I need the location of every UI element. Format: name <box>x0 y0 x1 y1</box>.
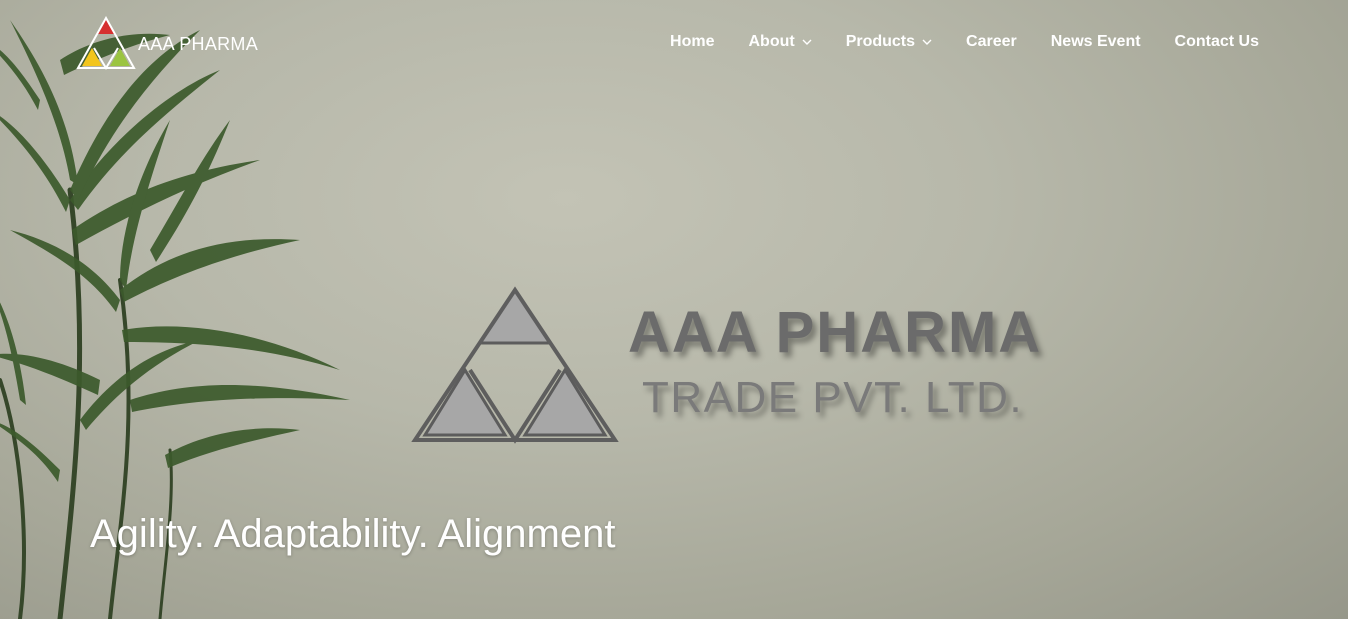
sign-triangle-logo-icon <box>411 286 619 444</box>
nav-item-products[interactable]: Products <box>846 33 932 51</box>
nav-label: About <box>748 33 795 50</box>
nav-label: Products <box>845 33 916 50</box>
nav-item-news-event[interactable]: News Event <box>1051 33 1141 51</box>
sign-company-suffix: TRADE PVT. LTD. <box>642 373 1024 422</box>
brand-name: AAA PHARMA <box>138 33 259 54</box>
site-header: AAA PHARMA Home About Products Career Ne… <box>0 0 1348 90</box>
chevron-down-icon <box>802 39 812 45</box>
chevron-down-icon <box>922 39 932 45</box>
brand-home-link[interactable]: AAA PHARMA <box>76 16 258 70</box>
aaa-pharma-triangle-logo-icon <box>76 16 136 70</box>
nav-item-career[interactable]: Career <box>966 33 1017 51</box>
nav-label: Contact Us <box>1174 33 1259 50</box>
nav-label: Home <box>670 33 715 50</box>
wall-sign: AAA PHARMA TRADE PVT. LTD. <box>410 285 1070 455</box>
nav-item-home[interactable]: Home <box>670 33 714 51</box>
hero-tagline: Agility. Adaptability. Alignment <box>90 512 616 556</box>
nav-item-contact-us[interactable]: Contact Us <box>1175 33 1259 51</box>
main-nav: Home About Products Career News Event Co… <box>670 33 1259 51</box>
nav-item-about[interactable]: About <box>748 33 812 51</box>
sign-company-name: AAA PHARMA <box>628 300 1043 365</box>
nav-label: News Event <box>1050 33 1141 50</box>
nav-label: Career <box>966 33 1017 50</box>
